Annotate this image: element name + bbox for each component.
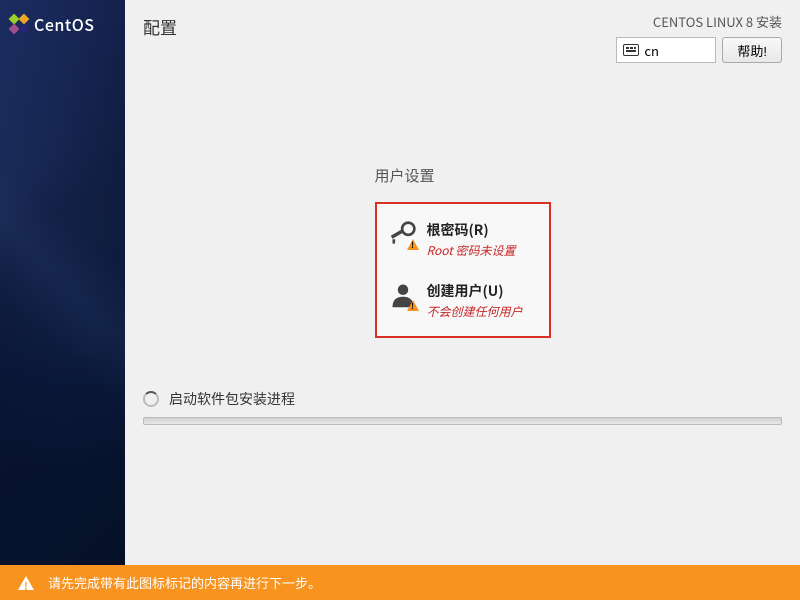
user-settings-title: 用户设置 [375,165,551,186]
create-user-status: 不会创建任何用户 [427,303,523,320]
content: 用户设置 根密码(R) Root 密码未设置 [125,70,800,338]
root-password-status: Root 密码未设置 [427,242,516,259]
logo: CentOS [8,12,95,36]
centos-logo-icon [8,13,30,35]
create-user-text: 创建用户(U) 不会创建任何用户 [427,281,523,320]
user-settings-box: 根密码(R) Root 密码未设置 创建用户(U) 不会创建任何用户 [375,202,551,338]
warning-bar: 请先完成带有此图标标记的内容再进行下一步。 [0,565,800,600]
progress-text: 启动软件包安装进程 [169,389,295,409]
root-password-icon [389,220,417,248]
sidebar: CentOS [0,0,125,565]
keyboard-layout-selector[interactable]: cn [616,37,716,63]
header: 配置 CENTOS LINUX 8 安装 cn 帮助! [125,0,800,70]
create-user-label: 创建用户(U) [427,281,523,301]
warning-message: 请先完成带有此图标标记的内容再进行下一步。 [48,573,321,592]
create-user-icon [389,281,417,309]
root-password-text: 根密码(R) Root 密码未设置 [427,220,516,259]
root-password-item[interactable]: 根密码(R) Root 密码未设置 [389,220,537,259]
header-right: CENTOS LINUX 8 安装 cn 帮助! [616,12,782,63]
create-user-item[interactable]: 创建用户(U) 不会创建任何用户 [389,281,537,320]
progress-area: 启动软件包安装进程 [143,389,782,425]
header-controls: cn 帮助! [616,37,782,63]
spinner-icon [143,391,159,407]
keyboard-layout-code: cn [644,41,659,60]
main-panel: 配置 CENTOS LINUX 8 安装 cn 帮助! 用户设置 [125,0,800,565]
progress-row: 启动软件包安装进程 [143,389,782,409]
warning-icon [407,300,419,311]
help-button[interactable]: 帮助! [722,37,782,63]
product-title: CENTOS LINUX 8 安装 [616,12,782,31]
brand-text: CentOS [34,12,95,36]
progress-bar [143,417,782,425]
warning-icon [407,239,419,250]
warning-icon [18,576,34,590]
keyboard-icon [623,44,639,56]
root-password-label: 根密码(R) [427,220,516,240]
